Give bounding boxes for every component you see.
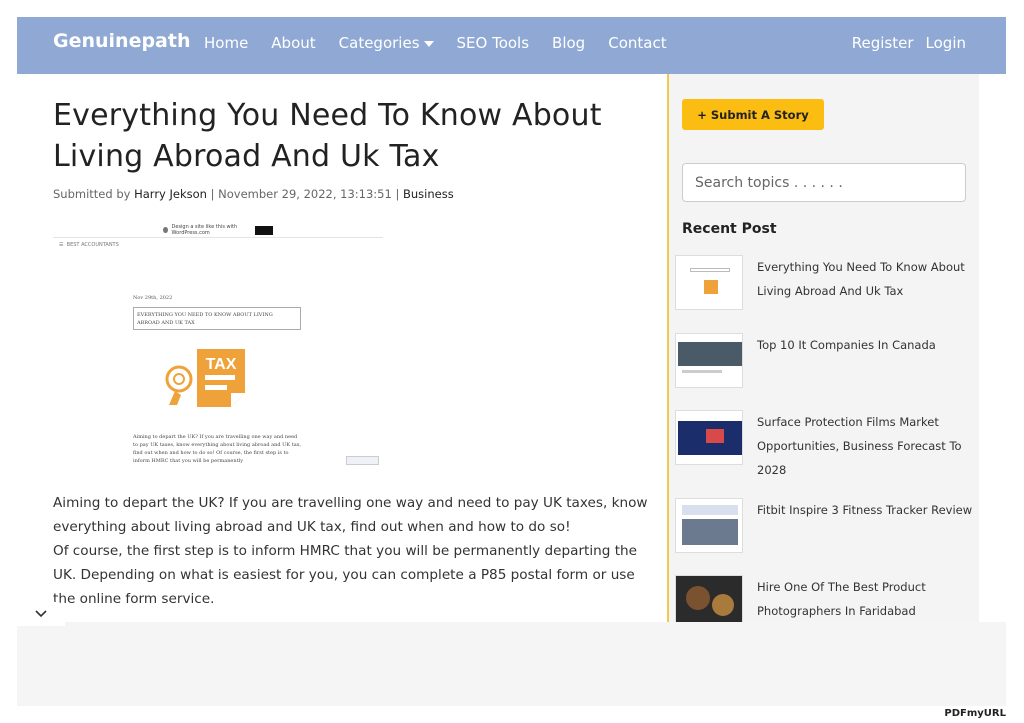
sidebar: + Submit A Story Recent Post Everything … — [669, 74, 979, 630]
article-title: Everything You Need To Know About Living… — [53, 98, 602, 174]
tax-icon-label: TAX — [206, 356, 237, 373]
caret-down-icon — [423, 40, 434, 47]
login-link[interactable]: Login — [926, 34, 966, 52]
site-brand[interactable]: Genuinepath — [53, 30, 191, 52]
tax-document-icon: TAX — [165, 349, 245, 407]
recent-post-heading: Recent Post — [682, 221, 777, 237]
meta-separator: | — [210, 187, 215, 201]
submit-story-button[interactable]: + Submit A Story — [682, 99, 824, 130]
recent-post-thumbnail[interactable] — [675, 333, 743, 388]
submitted-by-label: Submitted by — [53, 187, 131, 201]
recent-post-link[interactable]: Everything You Need To Know About Living… — [757, 255, 975, 310]
recent-post-thumbnail[interactable] — [675, 498, 743, 553]
top-navbar: Genuinepath Home About Categories SEO To… — [17, 17, 1006, 74]
category-link[interactable]: Business — [403, 187, 454, 201]
image-top-bar: Design a site like this with WordPress.c… — [163, 224, 273, 236]
article-paragraph: Aiming to depart the UK? If you are trav… — [53, 495, 648, 535]
pdfmyurl-watermark: PDFmyURL — [944, 708, 1006, 719]
article: Everything You Need To Know About Living… — [53, 95, 658, 607]
article-meta: Submitted by Harry Jekson | November 29,… — [53, 187, 658, 201]
recent-post-item[interactable]: Fitbit Inspire 3 Fitness Tracker Review — [675, 498, 975, 553]
nav-categories-label: Categories — [338, 34, 420, 52]
image-top-button — [254, 225, 273, 235]
nav-about[interactable]: About — [271, 34, 315, 52]
nav-blog[interactable]: Blog — [552, 34, 585, 52]
recent-post-link[interactable]: Fitbit Inspire 3 Fitness Tracker Review — [757, 498, 972, 553]
nav-home[interactable]: Home — [204, 34, 248, 52]
recent-post-item[interactable]: Surface Protection Films Market Opportun… — [675, 410, 975, 482]
nav-categories[interactable]: Categories — [339, 34, 434, 52]
article-image: Design a site like this with WordPress.c… — [53, 223, 383, 471]
image-menu-label: ☰ BEST ACCOUNTANTS — [59, 242, 119, 248]
recent-post-item[interactable]: Everything You Need To Know About Living… — [675, 255, 975, 310]
recent-post-thumbnail[interactable] — [675, 410, 743, 465]
article-date: November 29, 2022, 13:13:51 — [218, 187, 392, 201]
search-topics-input[interactable] — [682, 163, 966, 202]
image-follow-badge — [346, 456, 379, 465]
recent-post-thumbnail[interactable] — [675, 255, 743, 310]
meta-separator: | — [395, 187, 400, 201]
register-link[interactable]: Register — [852, 34, 914, 52]
ad-banner-area — [17, 622, 1006, 706]
wordpress-icon — [163, 227, 168, 233]
image-post-date: Nov 29th, 2022 — [133, 295, 173, 301]
article-paragraph: Of course, the first step is to inform H… — [53, 543, 638, 607]
image-menu-text: BEST ACCOUNTANTS — [66, 242, 119, 248]
nav-links: Home About Categories SEO Tools Blog Con… — [204, 34, 667, 52]
author-link[interactable]: Harry Jekson — [134, 187, 207, 201]
image-post-title: EVERYTHING YOU NEED TO KNOW ABOUT LIVING… — [133, 307, 301, 330]
recent-post-link[interactable]: Surface Protection Films Market Opportun… — [757, 410, 975, 482]
image-excerpt: Aiming to depart the UK? If you are trav… — [133, 434, 302, 464]
nav-seo-tools[interactable]: SEO Tools — [457, 34, 530, 52]
collapse-ad-button[interactable] — [17, 602, 65, 626]
nav-auth: Register Login — [852, 34, 966, 52]
nav-contact[interactable]: Contact — [608, 34, 666, 52]
chevron-down-icon — [35, 610, 47, 618]
image-top-bar-text: Design a site like this with WordPress.c… — [171, 224, 238, 236]
recent-post-item[interactable]: Top 10 It Companies In Canada — [675, 333, 975, 388]
image-divider — [53, 237, 383, 238]
recent-post-link[interactable]: Top 10 It Companies In Canada — [757, 333, 936, 388]
article-body: Aiming to depart the UK? If you are trav… — [53, 491, 658, 611]
